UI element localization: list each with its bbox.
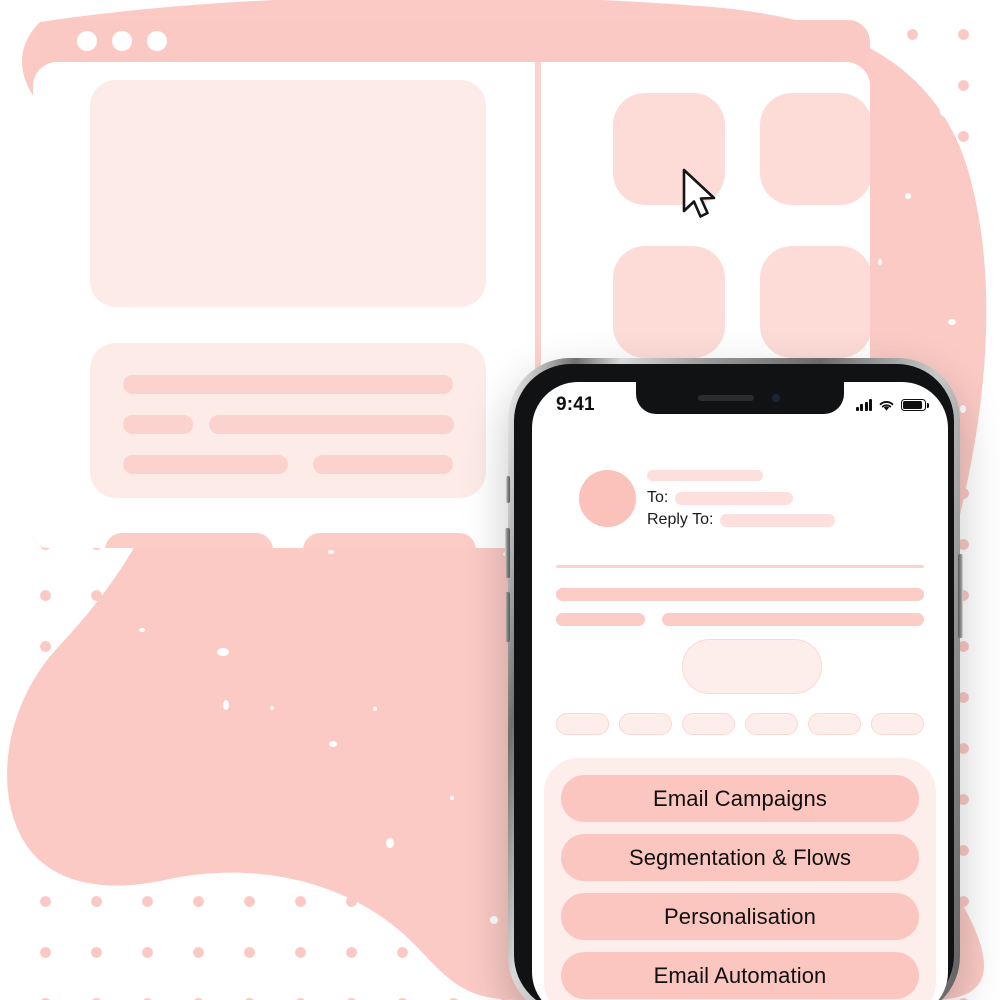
chip-2[interactable] bbox=[619, 713, 672, 735]
email-preview-content: To: Reply To: Email Campaigns Segmentati… bbox=[532, 428, 948, 1000]
front-camera-icon bbox=[770, 392, 782, 404]
recipient-placeholder bbox=[675, 491, 794, 505]
chip-6[interactable] bbox=[871, 713, 924, 735]
volume-up-button[interactable] bbox=[505, 528, 510, 578]
body-line-long bbox=[662, 613, 924, 626]
skeleton-line bbox=[123, 375, 453, 394]
skeleton-line bbox=[209, 415, 454, 434]
battery-icon bbox=[901, 399, 929, 411]
body-line-short bbox=[556, 613, 645, 626]
chip-5[interactable] bbox=[808, 713, 861, 735]
skeleton-line bbox=[123, 415, 193, 434]
brand-logo-placeholder bbox=[682, 639, 822, 694]
tile-4[interactable] bbox=[760, 246, 870, 358]
minimize-dot-icon[interactable] bbox=[112, 31, 132, 51]
body-line-full bbox=[556, 588, 924, 601]
skeleton-line bbox=[313, 455, 453, 474]
to-label: To: bbox=[647, 489, 669, 506]
phone-notch bbox=[636, 382, 844, 414]
maximize-dot-icon[interactable] bbox=[147, 31, 167, 51]
cellular-signal-icon bbox=[855, 399, 872, 411]
primary-cta-button[interactable] bbox=[105, 533, 273, 548]
feature-menu-card: Email Campaigns Segmentation & Flows Per… bbox=[544, 758, 936, 1000]
to-row: To: bbox=[647, 489, 794, 507]
smartphone-mockup: 9:41 To: Reply To: Email Campaigns Segme… bbox=[505, 358, 963, 1000]
tile-3[interactable] bbox=[613, 246, 725, 358]
illustration-canvas: 9:41 To: Reply To: Email Campaigns Segme… bbox=[0, 0, 1000, 1000]
skeleton-line bbox=[123, 455, 288, 474]
text-skeleton-card bbox=[90, 343, 486, 498]
reply-to-placeholder bbox=[720, 513, 836, 527]
hero-image-placeholder bbox=[90, 80, 486, 307]
earpiece-speaker-icon bbox=[698, 395, 754, 401]
status-bar-icons bbox=[855, 399, 929, 412]
menu-item-personalisation[interactable]: Personalisation bbox=[561, 893, 919, 940]
status-bar-time: 9:41 bbox=[556, 394, 595, 415]
phone-bezel: 9:41 To: Reply To: Email Campaigns Segme… bbox=[514, 364, 954, 1000]
content-divider bbox=[556, 565, 924, 568]
mute-switch[interactable] bbox=[506, 476, 510, 503]
menu-item-email-automation[interactable]: Email Automation bbox=[561, 952, 919, 999]
menu-item-segmentation-flows[interactable]: Segmentation & Flows bbox=[561, 834, 919, 881]
browser-left-panel bbox=[33, 62, 535, 548]
reply-to-row: Reply To: bbox=[647, 511, 836, 529]
volume-down-button[interactable] bbox=[505, 592, 510, 642]
chip-3[interactable] bbox=[682, 713, 735, 735]
phone-screen: 9:41 To: Reply To: Email Campaigns Segme… bbox=[532, 382, 948, 1000]
sender-avatar bbox=[579, 470, 636, 527]
chip-row bbox=[556, 713, 924, 735]
wifi-icon bbox=[879, 400, 894, 411]
email-header: To: Reply To: bbox=[532, 464, 948, 536]
power-button[interactable] bbox=[958, 554, 963, 638]
menu-item-email-campaigns[interactable]: Email Campaigns bbox=[561, 775, 919, 822]
chip-4[interactable] bbox=[745, 713, 798, 735]
tile-1[interactable] bbox=[613, 93, 725, 205]
chip-1[interactable] bbox=[556, 713, 609, 735]
secondary-cta-button[interactable] bbox=[303, 533, 476, 548]
browser-titlebar bbox=[33, 20, 870, 62]
tile-2[interactable] bbox=[760, 93, 870, 205]
reply-to-label: Reply To: bbox=[647, 511, 714, 528]
sender-name-placeholder bbox=[647, 470, 763, 481]
close-dot-icon[interactable] bbox=[77, 31, 97, 51]
